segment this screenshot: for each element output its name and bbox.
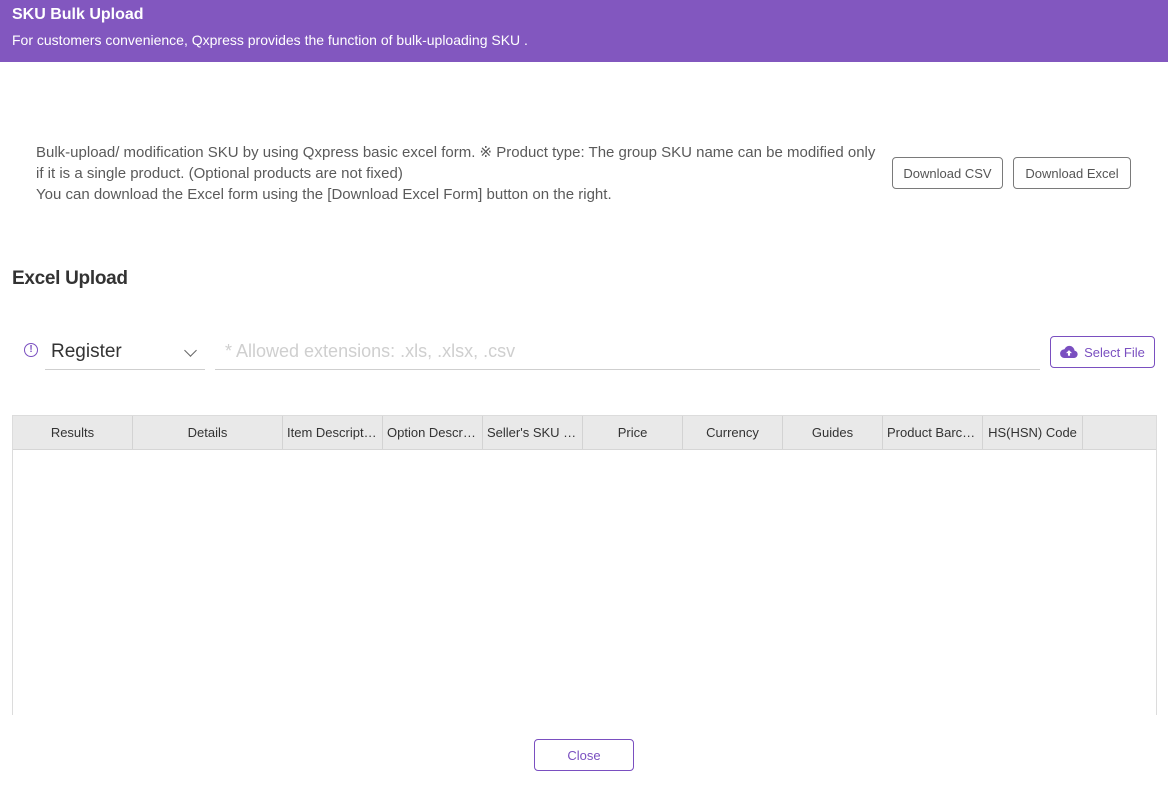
- select-file-label: Select File: [1084, 344, 1145, 360]
- excel-upload-heading: Excel Upload: [12, 268, 128, 289]
- upload-mode-select[interactable]: Register: [45, 334, 205, 370]
- cloud-upload-icon: [1060, 345, 1078, 359]
- column-header-details[interactable]: Details: [133, 416, 283, 449]
- grid-header: Results Details Item Description Option …: [13, 416, 1156, 450]
- column-header-product-barcode[interactable]: Product Barcode: [883, 416, 983, 449]
- column-header-price[interactable]: Price: [583, 416, 683, 449]
- column-header-item-description[interactable]: Item Description: [283, 416, 383, 449]
- column-header-seller-sku-code[interactable]: Seller's SKU Code: [483, 416, 583, 449]
- column-header-hs-code[interactable]: HS(HSN) Code: [983, 416, 1083, 449]
- close-button[interactable]: Close: [534, 739, 634, 771]
- select-file-button[interactable]: Select File: [1050, 336, 1155, 368]
- page-subtitle: For customers convenience, Qxpress provi…: [12, 32, 528, 48]
- column-header-currency[interactable]: Currency: [683, 416, 783, 449]
- chevron-down-icon: [184, 344, 197, 357]
- file-path-input[interactable]: [215, 334, 1040, 370]
- upload-results-grid: Results Details Item Description Option …: [12, 415, 1157, 715]
- page-header: SKU Bulk Upload For customers convenienc…: [0, 0, 1168, 62]
- upload-instructions: Bulk-upload/ modification SKU by using Q…: [36, 142, 876, 205]
- column-header-option-description[interactable]: Option Description: [383, 416, 483, 449]
- download-csv-button[interactable]: Download CSV: [892, 157, 1003, 189]
- instructions-line-2: You can download the Excel form using th…: [36, 186, 612, 203]
- download-excel-button[interactable]: Download Excel: [1013, 157, 1131, 189]
- column-header-results[interactable]: Results: [13, 416, 133, 449]
- page-title: SKU Bulk Upload: [12, 6, 144, 23]
- instructions-line-1: Bulk-upload/ modification SKU by using Q…: [36, 144, 876, 182]
- upload-mode-value: Register: [51, 340, 122, 362]
- exclamation-circle-icon[interactable]: !: [24, 343, 38, 357]
- column-header-guides[interactable]: Guides: [783, 416, 883, 449]
